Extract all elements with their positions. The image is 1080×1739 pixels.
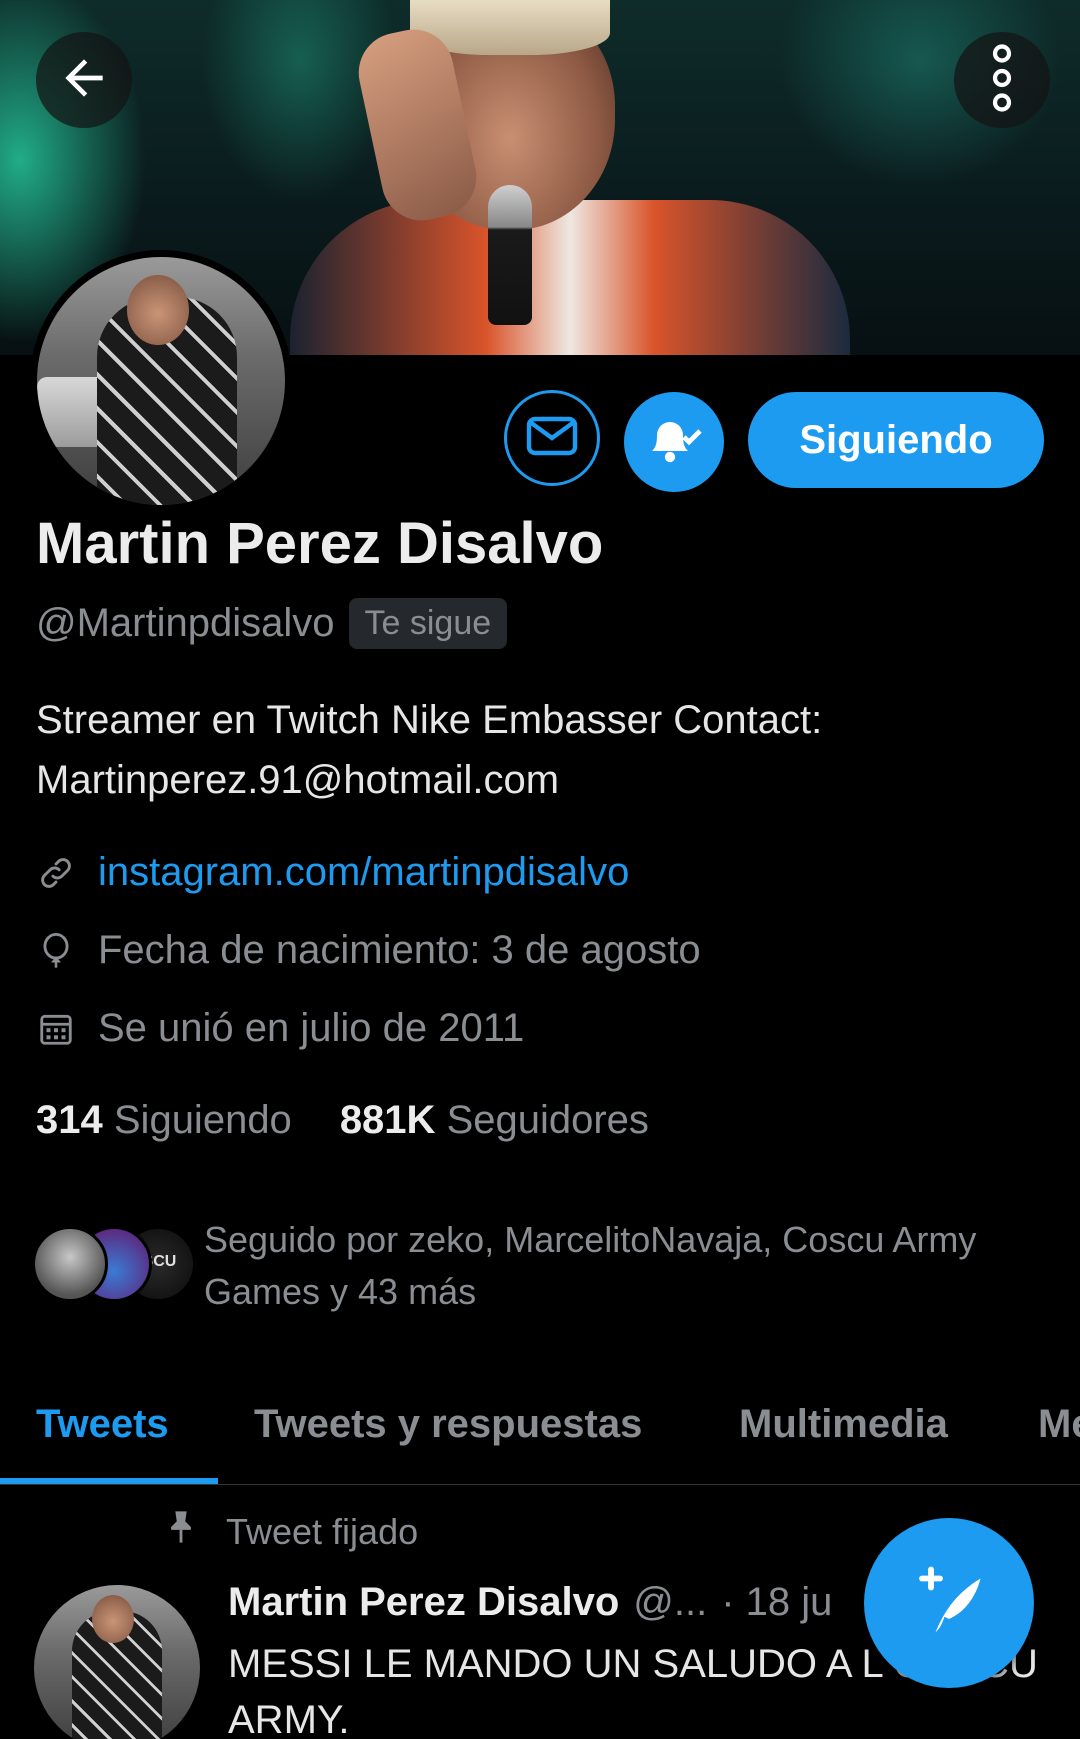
more-vertical-icon [982, 43, 1022, 118]
compose-tweet-icon [904, 1556, 994, 1651]
banner-microphone [488, 185, 532, 325]
tab-media[interactable]: Multimedia [739, 1402, 948, 1447]
link-icon [36, 853, 76, 893]
website-row: instagram.com/martinpdisalvo [36, 850, 629, 895]
handle-row: @Martinpdisalvo Te sigue [36, 598, 508, 649]
following-label: Siguiendo [113, 1098, 292, 1142]
tab-likes[interactable]: Me [1038, 1402, 1080, 1447]
pin-icon [166, 1510, 196, 1553]
following-stat[interactable]: 314 Siguiendo [36, 1098, 292, 1143]
followers-count: 881K [339, 1098, 436, 1142]
tweet-author-name[interactable]: Martin Perez Disalvo [228, 1580, 619, 1625]
profile-handle: @Martinpdisalvo [36, 601, 335, 645]
bell-check-icon [644, 413, 704, 472]
joined-row: Se unió en julio de 2011 [36, 1006, 524, 1051]
tweet-author-handle: @... [633, 1580, 708, 1624]
back-button[interactable] [36, 32, 132, 128]
avatar-face [92, 1595, 134, 1643]
pinned-label: Tweet fijado [226, 1510, 419, 1552]
compose-tweet-button[interactable] [864, 1518, 1034, 1688]
tweet-date: · 18 ju [721, 1580, 833, 1624]
arrow-left-icon [56, 50, 112, 111]
follows-you-badge: Te sigue [348, 598, 508, 649]
birthday-row: Fecha de nacimiento: 3 de agosto [36, 928, 701, 973]
tweet-header: Martin Perez Disalvo @... · 18 ju [228, 1580, 832, 1625]
followed-by-text[interactable]: Seguido por zeko, MarcelitoNavaja, Coscu… [204, 1214, 1064, 1318]
message-button[interactable] [504, 390, 600, 486]
website-link[interactable]: instagram.com/martinpdisalvo [98, 850, 629, 895]
profile-tabs: Tweets Tweets y respuestas Multimedia Me [0, 1380, 1080, 1485]
notifications-button[interactable] [624, 392, 724, 492]
follow-stats: 314 Siguiendo 881K Seguidores [36, 1098, 649, 1143]
tweet-author-avatar[interactable] [34, 1585, 200, 1739]
followers-label: Seguidores [446, 1098, 649, 1142]
profile-name: Martin Perez Disalvo [36, 511, 604, 576]
followed-by-avatars[interactable] [32, 1226, 196, 1306]
joined-text: Se unió en julio de 2011 [98, 1006, 525, 1050]
following-button[interactable]: Siguiendo [748, 392, 1044, 488]
mail-icon [526, 416, 578, 461]
calendar-icon [36, 1009, 76, 1049]
tab-tweets[interactable]: Tweets [36, 1402, 169, 1447]
more-options-button[interactable] [954, 32, 1050, 128]
following-count: 314 [36, 1098, 103, 1142]
active-tab-indicator [0, 1478, 218, 1484]
banner-jacket [290, 200, 850, 355]
profile-avatar[interactable] [30, 250, 292, 512]
profile-bio: Streamer en Twitch Nike Embasser Contact… [36, 698, 823, 802]
birthday-text: Fecha de nacimiento: 3 de agosto [98, 928, 701, 972]
pinned-label-row: Tweet fijado [166, 1510, 418, 1553]
avatar-face [127, 275, 189, 345]
tab-tweets-replies[interactable]: Tweets y respuestas [254, 1402, 642, 1447]
balloon-icon [36, 931, 76, 971]
follower-avatar [32, 1226, 108, 1302]
followers-stat[interactable]: 881K Seguidores [340, 1098, 649, 1143]
